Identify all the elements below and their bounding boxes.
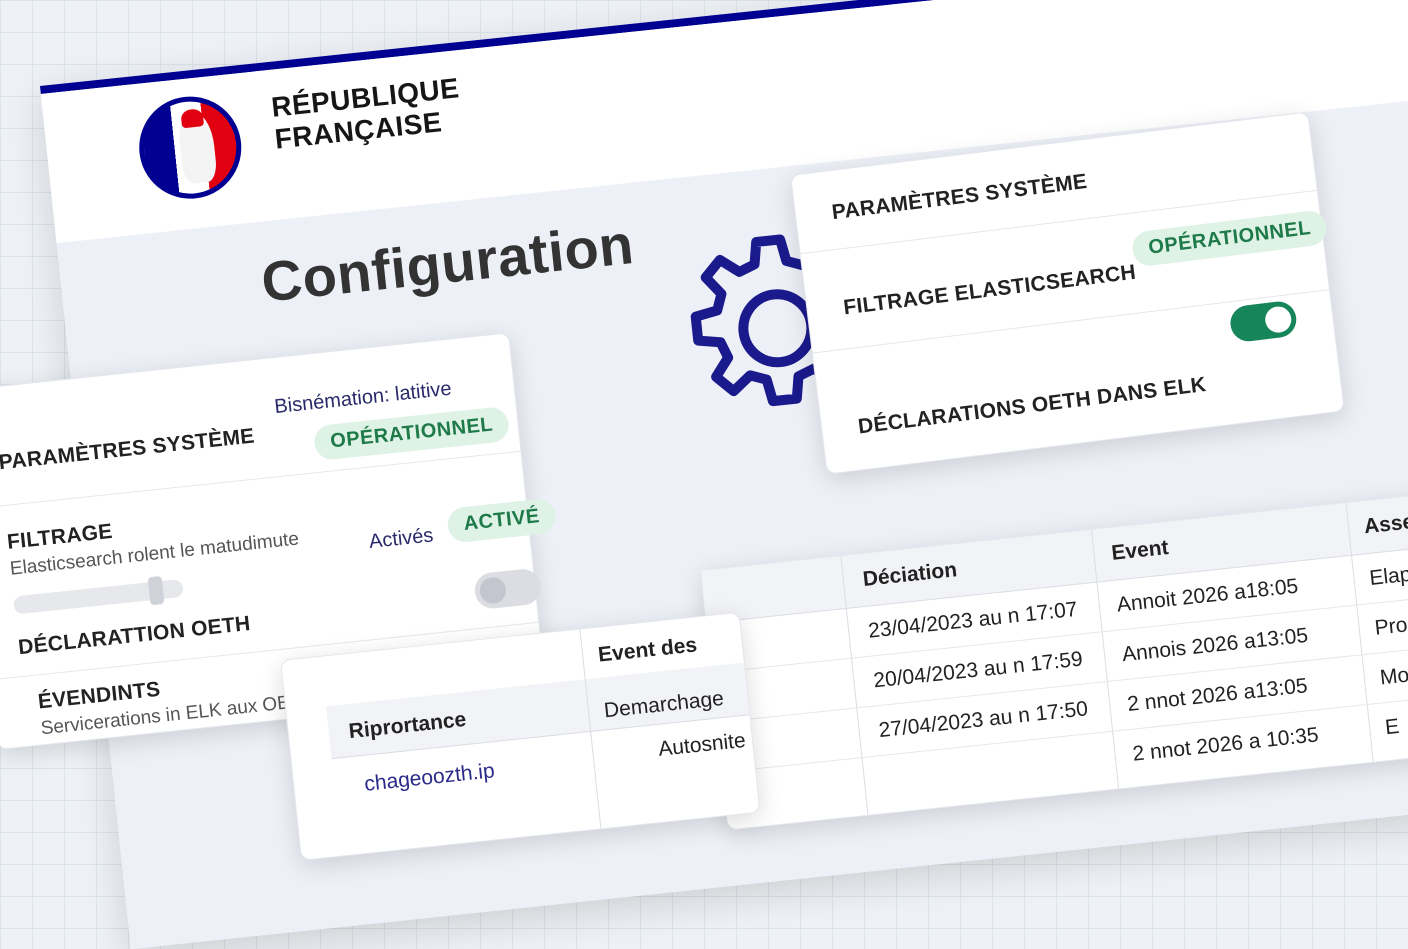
- declaration-toggle[interactable]: [473, 567, 543, 611]
- active-link[interactable]: Activés: [368, 524, 435, 554]
- status-badge: OPÉRATIONNEL: [312, 405, 511, 462]
- brand-name: RÉPUBLIQUE FRANÇAISE: [270, 72, 464, 155]
- setting-label: FILTRAGE ELASTICSEARCH: [842, 260, 1138, 320]
- table-cell: E: [1384, 714, 1401, 740]
- top-link[interactable]: Bisnémation: latitive: [273, 378, 452, 419]
- table-cell: Annoit 2026 a18:05: [1115, 574, 1300, 617]
- slider-handle[interactable]: [147, 575, 165, 606]
- status-badge: OPÉRATIONNEL: [1130, 209, 1329, 268]
- card-title: PARAMÈTRES SYSTÈME: [0, 424, 256, 475]
- table-cell: 2 nnot 2026 a13:05: [1126, 674, 1309, 716]
- page-title: Configuration: [258, 212, 637, 314]
- setting-label: DÉCLARATIONS OETH DANS ELK: [856, 372, 1208, 439]
- table-cell-link[interactable]: chageoozth.ip: [363, 759, 496, 797]
- table-cell: Autosnite: [657, 728, 747, 761]
- oeth-toggle[interactable]: [1228, 299, 1299, 344]
- column-header[interactable]: Event des: [597, 633, 698, 667]
- system-settings-card: PARAMÈTRES SYSTÈME FILTRAGE ELASTICSEARC…: [790, 111, 1345, 475]
- marianne-logo: [134, 91, 247, 204]
- table-cell: Mo: [1378, 663, 1408, 690]
- table-cell: Annois 2026 a13:05: [1120, 623, 1310, 667]
- declaration-label: DÉCLARATTION OETH: [17, 611, 252, 660]
- table-cell: Pro: [1373, 613, 1408, 640]
- table-cell: Elapi: [1368, 562, 1408, 590]
- table-cell: 2 nnot 2026 a 10:35: [1131, 723, 1320, 766]
- marianne-cap-shape: [180, 108, 205, 129]
- card-title: PARAMÈTRES SYSTÈME: [830, 169, 1089, 225]
